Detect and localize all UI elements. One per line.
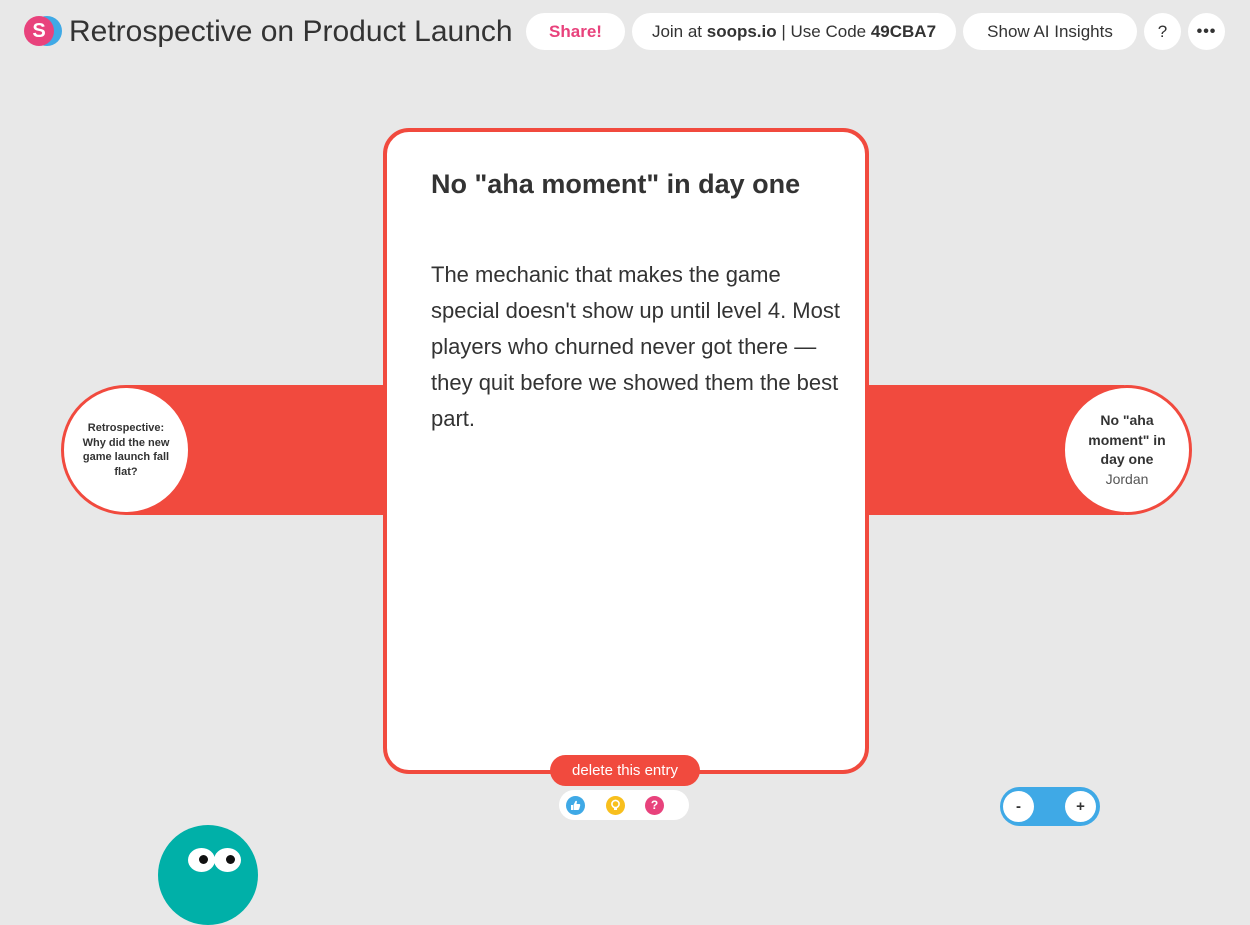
entry-node-title: No "aha moment" in day one [1088,412,1166,468]
entry-card: No "aha moment" in day one The mechanic … [383,128,869,774]
app-logo[interactable]: S [24,16,62,48]
delete-entry-button[interactable]: delete this entry [550,755,700,786]
join-middle: | Use Code [776,22,871,41]
entry-node[interactable]: No "aha moment" in day one Jordan [1062,385,1192,515]
join-site: soops.io [706,22,777,41]
join-prefix: Join at [651,22,707,41]
zoom-control: - + [1000,787,1100,826]
parent-topic-text: Retrospective: Why did the new game laun… [82,422,170,478]
share-button[interactable]: Share! [526,13,625,50]
entry-node-author: Jordan [1105,470,1149,487]
mascot-left-pupil [199,855,208,864]
zoom-out-button[interactable]: - [1003,791,1034,822]
help-button[interactable]: ? [1144,13,1181,50]
mascot-right-eye [214,848,241,872]
entry-card-title: No "aha moment" in day one [431,169,801,199]
lightbulb-glyph [611,799,620,810]
logo-letter: S [24,16,54,46]
lightbulb-icon[interactable] [606,796,625,815]
more-options-button[interactable]: ••• [1188,13,1225,50]
thumbs-up-icon[interactable] [566,796,585,815]
page-title: Retrospective on Product Launch [69,15,513,48]
mascot-right-pupil [226,855,235,864]
zoom-in-button[interactable]: + [1065,791,1096,822]
question-icon[interactable]: ? [645,796,664,815]
entry-card-body: The mechanic that makes the game special… [431,262,840,431]
mascot-avatar [158,825,258,925]
join-info-pill: Join at soops.io | Use Code 49CBA7 [632,13,956,50]
thumbs-up-glyph [571,800,581,810]
show-ai-insights-button[interactable]: Show AI Insights [963,13,1137,50]
parent-topic-node[interactable]: Retrospective: Why did the new game laun… [61,385,191,515]
reactions-bar: ? [559,790,689,820]
join-code: 49CBA7 [870,22,937,41]
mascot-left-eye [188,848,215,872]
